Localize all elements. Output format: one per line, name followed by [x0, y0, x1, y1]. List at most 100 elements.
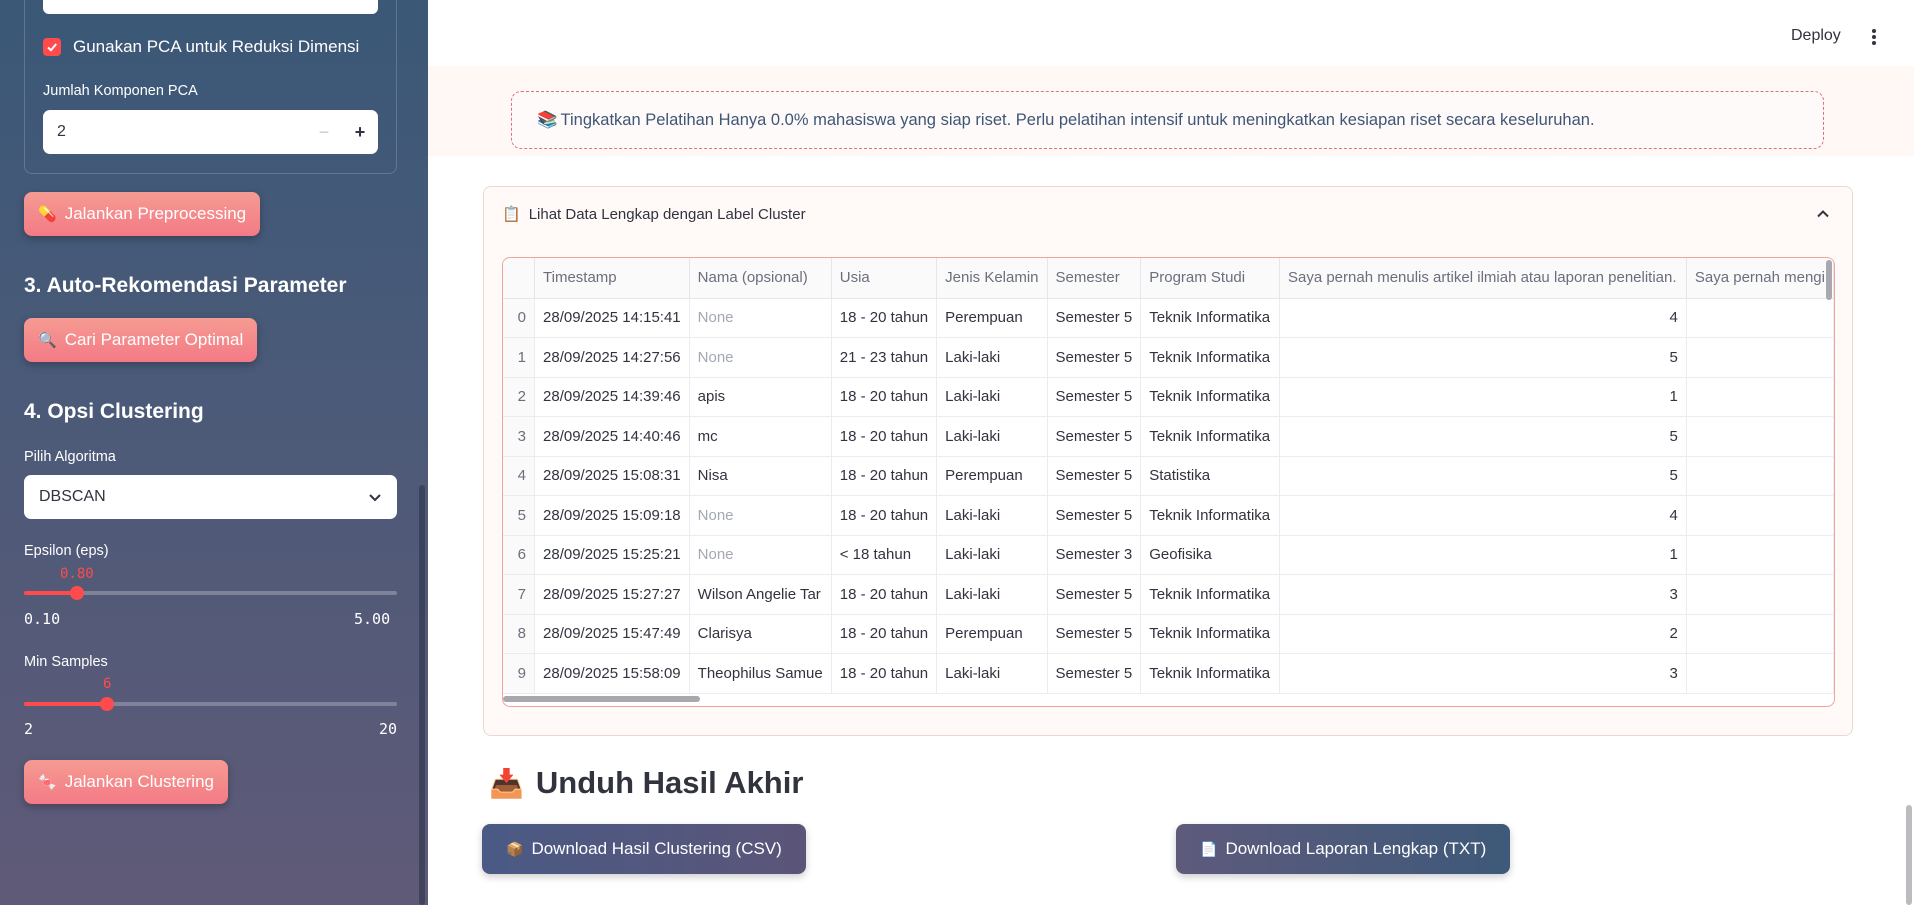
row-index-cell[interactable]: 0 [503, 298, 536, 338]
table-cell[interactable]: 18 - 20 tahun [831, 298, 938, 338]
column-header[interactable]: Usia [831, 258, 938, 299]
table-cell[interactable]: Semester 5 [1047, 298, 1142, 338]
table-cell[interactable]: None [689, 337, 832, 378]
table-cell[interactable]: 21 - 23 tahun [831, 337, 938, 378]
table-cell[interactable]: Semester 5 [1047, 653, 1142, 694]
row-index-cell[interactable]: 3 [503, 416, 536, 457]
table-cell[interactable] [1686, 416, 1834, 457]
table-cell[interactable]: 4 [1279, 495, 1687, 536]
index-column-header[interactable] [503, 258, 536, 299]
download-txt-button[interactable]: 📄 Download Laporan Lengkap (TXT) [1176, 824, 1511, 874]
table-cell[interactable]: Laki-laki [936, 337, 1048, 378]
table-cell[interactable]: 28/09/2025 14:27:56 [534, 337, 690, 378]
row-index-cell[interactable]: 5 [503, 495, 536, 536]
table-cell[interactable]: 18 - 20 tahun [831, 416, 938, 457]
table-cell[interactable]: 28/09/2025 14:39:46 [534, 377, 690, 417]
table-cell[interactable]: Perempuan [936, 456, 1048, 496]
table-cell[interactable]: Perempuan [936, 614, 1048, 654]
table-horizontal-scrollbar[interactable] [503, 696, 700, 702]
table-cell[interactable]: < 18 tahun [831, 535, 938, 575]
table-cell[interactable]: 18 - 20 tahun [831, 377, 938, 417]
run-clustering-button[interactable]: 🍬 Jalankan Clustering [24, 760, 228, 804]
table-cell[interactable] [1686, 495, 1834, 536]
decrement-button[interactable]: − [306, 122, 342, 143]
table-row[interactable]: 9 28/09/2025 15:58:09 Theophilus Samue 18 -… [503, 653, 1834, 694]
table-cell[interactable]: 3 [1279, 574, 1687, 615]
table-row[interactable]: 5 28/09/2025 15:09:18 None 18 - 20 tahun Lak… [503, 495, 1834, 536]
table-cell[interactable] [1686, 456, 1834, 496]
row-index-cell[interactable]: 9 [503, 653, 536, 694]
table-cell[interactable] [1686, 298, 1834, 338]
row-index-cell[interactable]: 2 [503, 377, 536, 417]
table-cell[interactable]: None [689, 298, 832, 338]
table-cell[interactable]: 28/09/2025 15:09:18 [534, 495, 690, 536]
sidebar-scrollbar[interactable] [419, 485, 425, 905]
eps-slider[interactable] [24, 586, 397, 600]
table-cell[interactable]: Semester 5 [1047, 456, 1142, 496]
table-cell[interactable]: Statistika [1140, 456, 1280, 496]
table-cell[interactable] [1686, 614, 1834, 654]
expander-header[interactable]: 📋 Lihat Data Lengkap dengan Label Cluste… [502, 205, 806, 224]
row-index-cell[interactable]: 6 [503, 535, 536, 575]
deploy-button[interactable]: Deploy [1791, 27, 1841, 45]
column-header[interactable]: Nama (opsional) [689, 258, 832, 299]
table-cell[interactable]: Teknik Informatika [1140, 416, 1280, 457]
table-cell[interactable]: apis [689, 377, 832, 417]
table-cell[interactable]: Nisa [689, 456, 832, 496]
table-cell[interactable]: 1 [1279, 377, 1687, 417]
increment-button[interactable]: + [342, 122, 378, 143]
previous-input-field[interactable] [43, 0, 378, 14]
page-scrollbar[interactable] [1906, 805, 1912, 905]
run-preprocessing-button[interactable]: 💊 Jalankan Preprocessing [24, 192, 261, 236]
table-cell[interactable]: Semester 5 [1047, 337, 1142, 378]
column-header[interactable]: Semester [1047, 258, 1142, 299]
table-cell[interactable]: 28/09/2025 15:58:09 [534, 653, 690, 694]
table-cell[interactable]: 4 [1279, 298, 1687, 338]
table-cell[interactable]: Laki-laki [936, 377, 1048, 417]
table-cell[interactable]: Laki-laki [936, 416, 1048, 457]
column-header[interactable]: Program Studi [1140, 258, 1280, 299]
pca-checkbox[interactable] [43, 38, 61, 56]
table-cell[interactable]: Teknik Informatika [1140, 495, 1280, 536]
pca-components-value[interactable]: 2 [43, 123, 306, 141]
table-cell[interactable]: Geofisika [1140, 535, 1280, 575]
download-csv-button[interactable]: 📦 Download Hasil Clustering (CSV) [482, 824, 806, 874]
table-cell[interactable]: 18 - 20 tahun [831, 456, 938, 496]
table-row[interactable]: 3 28/09/2025 14:40:46 mc 18 - 20 tahun Laki-… [503, 416, 1834, 457]
column-header[interactable]: Saya pernah menulis artikel ilmiah atau … [1279, 258, 1687, 299]
more-menu-icon[interactable] [1868, 26, 1880, 48]
table-cell[interactable]: Teknik Informatika [1140, 337, 1280, 378]
table-cell[interactable]: Laki-laki [936, 653, 1048, 694]
table-cell[interactable]: None [689, 495, 832, 536]
table-cell[interactable]: 2 [1279, 614, 1687, 654]
table-row[interactable]: 8 28/09/2025 15:47:49 Clarisya 18 - 20 tahu… [503, 614, 1834, 654]
algorithm-select[interactable]: DBSCAN [24, 475, 397, 519]
table-row[interactable]: 7 28/09/2025 15:27:27 Wilson Angelie Tar 18… [503, 574, 1834, 615]
table-row[interactable]: 1 28/09/2025 14:27:56 None 21 - 23 tahun Lak… [503, 337, 1834, 378]
chevron-up-icon[interactable] [1816, 207, 1830, 221]
table-cell[interactable]: 28/09/2025 15:08:31 [534, 456, 690, 496]
table-cell[interactable]: Teknik Informatika [1140, 377, 1280, 417]
table-cell[interactable]: 28/09/2025 15:47:49 [534, 614, 690, 654]
table-cell[interactable]: Semester 5 [1047, 416, 1142, 457]
min-samples-slider-thumb[interactable] [100, 697, 114, 711]
table-cell[interactable]: Laki-laki [936, 574, 1048, 615]
table-cell[interactable]: Clarisya [689, 614, 832, 654]
column-header[interactable]: Saya pernah mengi [1686, 258, 1834, 299]
table-cell[interactable]: Semester 5 [1047, 377, 1142, 417]
table-cell[interactable]: Teknik Informatika [1140, 298, 1280, 338]
table-cell[interactable]: 18 - 20 tahun [831, 653, 938, 694]
table-cell[interactable]: Teknik Informatika [1140, 614, 1280, 654]
table-cell[interactable]: 5 [1279, 337, 1687, 378]
table-vertical-scrollbar[interactable] [1826, 260, 1832, 300]
table-cell[interactable]: Perempuan [936, 298, 1048, 338]
pca-components-input[interactable]: 2 − + [43, 110, 378, 154]
table-cell[interactable]: 1 [1279, 535, 1687, 575]
table-cell[interactable]: 18 - 20 tahun [831, 574, 938, 615]
table-cell[interactable]: Wilson Angelie Tar [689, 574, 832, 615]
table-cell[interactable] [1686, 653, 1834, 694]
table-cell[interactable]: 28/09/2025 15:25:21 [534, 535, 690, 575]
min-samples-slider[interactable] [24, 697, 397, 711]
row-index-cell[interactable]: 7 [503, 574, 536, 615]
table-cell[interactable]: Theophilus Samue [689, 653, 832, 694]
